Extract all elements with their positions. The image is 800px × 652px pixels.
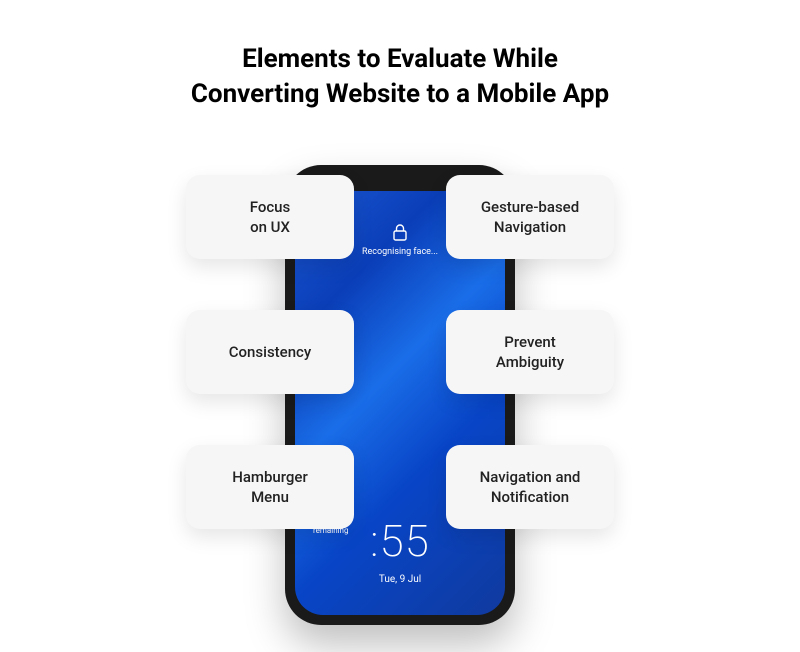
remaining-label: remaining — [313, 526, 348, 535]
phone-frame: Recognising face... remaining :55 Tue, 9… — [285, 165, 515, 625]
lock-status-text: Recognising face... — [362, 247, 438, 257]
lock-icon — [392, 223, 408, 246]
page-title: Elements to Evaluate While Converting We… — [0, 0, 800, 112]
clock-time: :55 — [370, 515, 430, 567]
title-line-2: Converting Website to a Mobile App — [0, 77, 800, 112]
phone-screen: Recognising face... remaining :55 Tue, 9… — [295, 175, 505, 615]
phone-notch — [340, 165, 460, 191]
title-line-1: Elements to Evaluate While — [0, 42, 800, 77]
phone-mockup: Recognising face... remaining :55 Tue, 9… — [285, 165, 515, 625]
clock-date: Tue, 9 Jul — [379, 574, 421, 585]
